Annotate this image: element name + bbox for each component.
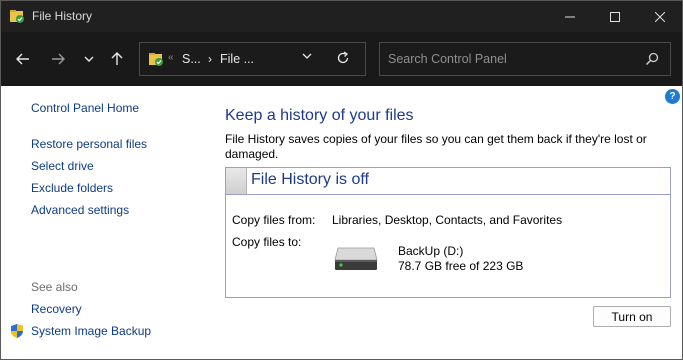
- chevron-down-icon: [84, 56, 94, 62]
- hard-drive-icon: [334, 247, 378, 270]
- window-title: File History: [32, 9, 93, 23]
- shield-icon: [11, 324, 23, 338]
- drive-free-space: 78.7 GB free of 223 GB: [398, 259, 524, 273]
- breadcrumb-system[interactable]: S...: [182, 52, 201, 66]
- copy-to-label: Copy files to:: [232, 235, 302, 249]
- up-button[interactable]: [105, 48, 129, 70]
- maximize-button[interactable]: [592, 1, 637, 32]
- title-bar: File History: [1, 1, 682, 32]
- minimize-button[interactable]: [547, 1, 592, 32]
- search-icon[interactable]: [645, 52, 659, 66]
- restore-personal-files-link[interactable]: Restore personal files: [31, 137, 147, 151]
- left-pane: Control Panel Home Restore personal file…: [1, 86, 211, 359]
- file-history-window: File History « S... › File ... Search Co…: [0, 0, 683, 360]
- file-history-icon: [10, 10, 24, 23]
- file-history-icon: [149, 53, 163, 66]
- page-description: File History saves copies of your files …: [225, 132, 647, 161]
- page-heading: Keep a history of your files: [225, 107, 414, 124]
- close-icon: [654, 11, 665, 22]
- address-overflow-icon[interactable]: «: [168, 52, 174, 63]
- select-drive-link[interactable]: Select drive: [31, 159, 94, 173]
- search-box[interactable]: [379, 42, 671, 76]
- back-button[interactable]: [11, 48, 35, 70]
- recent-locations-button[interactable]: [77, 48, 101, 70]
- forward-button[interactable]: [46, 48, 70, 70]
- exclude-folders-link[interactable]: Exclude folders: [31, 181, 113, 195]
- search-input[interactable]: [388, 51, 638, 67]
- maximize-icon: [609, 11, 620, 22]
- see-also-heading: See also: [31, 280, 78, 294]
- status-header: File History is off: [226, 168, 670, 195]
- copy-from-label: Copy files from:: [232, 213, 316, 227]
- forward-arrow-icon: [52, 53, 65, 65]
- address-dropdown-icon[interactable]: [302, 53, 312, 60]
- close-button[interactable]: [637, 1, 682, 32]
- status-indicator: [226, 168, 247, 194]
- minimize-icon: [564, 16, 575, 17]
- status-title: File History is off: [251, 171, 369, 188]
- drive-name: BackUp (D:): [398, 244, 464, 258]
- turn-on-button[interactable]: Turn on: [593, 306, 671, 327]
- navigation-bar: « S... › File ...: [1, 32, 682, 86]
- control-panel-home-link[interactable]: Control Panel Home: [31, 101, 139, 115]
- help-button[interactable]: ?: [665, 89, 680, 104]
- copy-from-value: Libraries, Desktop, Contacts, and Favori…: [332, 213, 563, 227]
- up-arrow-icon: [111, 52, 123, 65]
- advanced-settings-link[interactable]: Advanced settings: [31, 203, 129, 217]
- address-bar[interactable]: « S... › File ...: [139, 42, 366, 76]
- system-image-backup-link[interactable]: System Image Backup: [31, 324, 151, 338]
- status-panel: File History is off Copy files from: Lib…: [225, 167, 671, 298]
- breadcrumb-separator[interactable]: ›: [208, 52, 212, 66]
- refresh-icon[interactable]: [336, 51, 350, 65]
- recovery-link[interactable]: Recovery: [31, 302, 82, 316]
- breadcrumb-file-history[interactable]: File ...: [220, 52, 254, 66]
- back-arrow-icon: [16, 53, 29, 65]
